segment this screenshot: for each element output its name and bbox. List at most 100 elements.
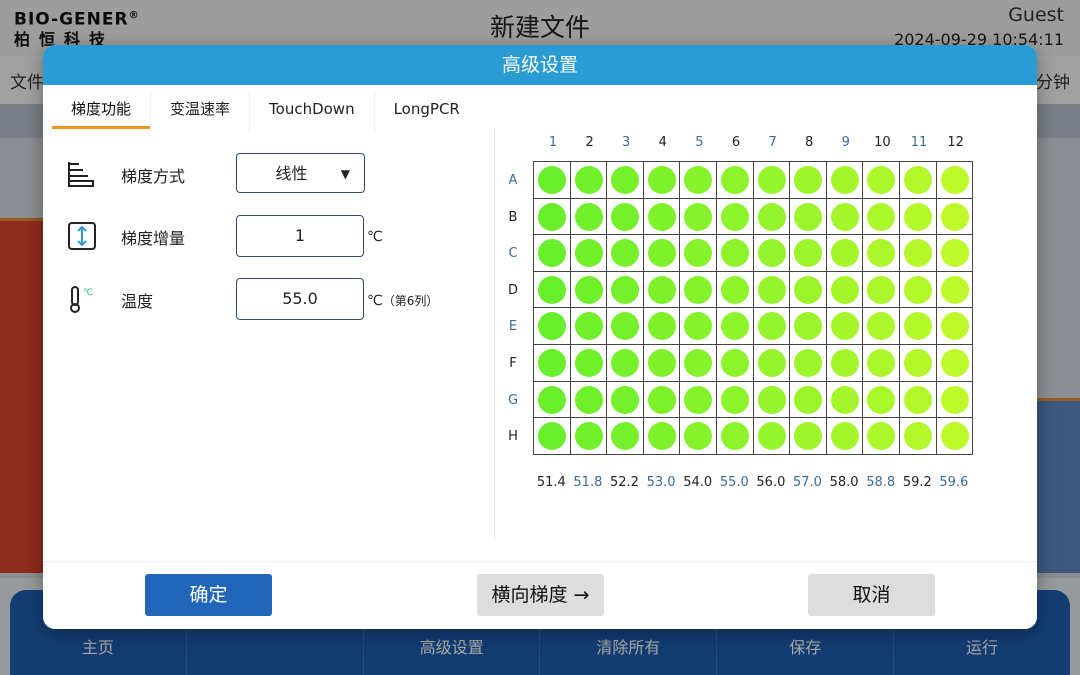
tab-ramp-rate[interactable]: 变温速率 xyxy=(151,91,251,133)
well-G6[interactable] xyxy=(716,381,754,419)
well-C8[interactable] xyxy=(790,235,827,272)
well-F12[interactable] xyxy=(936,344,974,382)
well-B1[interactable] xyxy=(534,198,571,236)
well-G8[interactable] xyxy=(790,381,827,419)
well-E1[interactable] xyxy=(534,308,571,345)
well-F1[interactable] xyxy=(534,344,571,382)
well-C9[interactable] xyxy=(826,235,864,272)
well-H4[interactable] xyxy=(643,418,681,455)
well-C6[interactable] xyxy=(716,235,754,272)
well-H7[interactable] xyxy=(753,418,791,455)
well-G4[interactable] xyxy=(643,381,681,419)
well-F3[interactable] xyxy=(607,344,644,382)
well-E12[interactable] xyxy=(936,308,974,345)
well-F2[interactable] xyxy=(570,344,608,382)
well-F6[interactable] xyxy=(716,344,754,382)
well-D4[interactable] xyxy=(643,271,681,309)
well-A11[interactable] xyxy=(899,162,937,199)
well-D3[interactable] xyxy=(607,271,644,309)
well-E4[interactable] xyxy=(643,308,681,345)
well-A8[interactable] xyxy=(790,162,827,199)
well-H8[interactable] xyxy=(790,418,827,455)
horizontal-gradient-button[interactable]: 横向梯度 → xyxy=(477,574,604,616)
well-C10[interactable] xyxy=(863,235,900,272)
well-E7[interactable] xyxy=(753,308,791,345)
well-G7[interactable] xyxy=(753,381,791,419)
well-G1[interactable] xyxy=(534,381,571,419)
well-G12[interactable] xyxy=(936,381,974,419)
well-H11[interactable] xyxy=(899,418,937,455)
well-F5[interactable] xyxy=(680,344,717,382)
well-E8[interactable] xyxy=(790,308,827,345)
well-B12[interactable] xyxy=(936,198,974,236)
well-D7[interactable] xyxy=(753,271,791,309)
well-E3[interactable] xyxy=(607,308,644,345)
well-F7[interactable] xyxy=(753,344,791,382)
temperature-input[interactable]: 55.0 xyxy=(236,278,364,320)
well-E5[interactable] xyxy=(680,308,717,345)
confirm-button[interactable]: 确定 xyxy=(145,574,272,616)
well-D5[interactable] xyxy=(680,271,717,309)
well-D6[interactable] xyxy=(716,271,754,309)
well-A10[interactable] xyxy=(863,162,900,199)
well-E6[interactable] xyxy=(716,308,754,345)
well-A2[interactable] xyxy=(570,162,608,199)
well-E9[interactable] xyxy=(826,308,864,345)
well-A5[interactable] xyxy=(680,162,717,199)
tab-longpcr[interactable]: LongPCR xyxy=(375,91,479,133)
well-A1[interactable] xyxy=(534,162,571,199)
well-H6[interactable] xyxy=(716,418,754,455)
well-E2[interactable] xyxy=(570,308,608,345)
well-D9[interactable] xyxy=(826,271,864,309)
well-B11[interactable] xyxy=(899,198,937,236)
well-B8[interactable] xyxy=(790,198,827,236)
gradient-increment-input[interactable]: 1 xyxy=(236,215,364,257)
well-D11[interactable] xyxy=(899,271,937,309)
well-D8[interactable] xyxy=(790,271,827,309)
well-B5[interactable] xyxy=(680,198,717,236)
well-D1[interactable] xyxy=(534,271,571,309)
well-B9[interactable] xyxy=(826,198,864,236)
well-H1[interactable] xyxy=(534,418,571,455)
well-B4[interactable] xyxy=(643,198,681,236)
well-E11[interactable] xyxy=(899,308,937,345)
well-A4[interactable] xyxy=(643,162,681,199)
well-A3[interactable] xyxy=(607,162,644,199)
well-C3[interactable] xyxy=(607,235,644,272)
well-G9[interactable] xyxy=(826,381,864,419)
well-B2[interactable] xyxy=(570,198,608,236)
well-A7[interactable] xyxy=(753,162,791,199)
well-B7[interactable] xyxy=(753,198,791,236)
well-B3[interactable] xyxy=(607,198,644,236)
well-G10[interactable] xyxy=(863,381,900,419)
well-C1[interactable] xyxy=(534,235,571,272)
well-C12[interactable] xyxy=(936,235,974,272)
well-D2[interactable] xyxy=(570,271,608,309)
well-H5[interactable] xyxy=(680,418,717,455)
well-A9[interactable] xyxy=(826,162,864,199)
cancel-button[interactable]: 取消 xyxy=(808,574,935,616)
gradient-mode-select[interactable]: 线性 ▼ xyxy=(236,153,365,193)
well-B6[interactable] xyxy=(716,198,754,236)
well-G2[interactable] xyxy=(570,381,608,419)
well-D10[interactable] xyxy=(863,271,900,309)
well-F10[interactable] xyxy=(863,344,900,382)
well-G11[interactable] xyxy=(899,381,937,419)
well-D12[interactable] xyxy=(936,271,974,309)
well-F11[interactable] xyxy=(899,344,937,382)
well-C2[interactable] xyxy=(570,235,608,272)
well-C4[interactable] xyxy=(643,235,681,272)
well-H10[interactable] xyxy=(863,418,900,455)
well-H2[interactable] xyxy=(570,418,608,455)
well-F4[interactable] xyxy=(643,344,681,382)
well-H12[interactable] xyxy=(936,418,974,455)
well-H3[interactable] xyxy=(607,418,644,455)
well-A12[interactable] xyxy=(936,162,974,199)
tab-touchdown[interactable]: TouchDown xyxy=(250,91,375,133)
well-C11[interactable] xyxy=(899,235,937,272)
well-H9[interactable] xyxy=(826,418,864,455)
well-A6[interactable] xyxy=(716,162,754,199)
well-B10[interactable] xyxy=(863,198,900,236)
well-E10[interactable] xyxy=(863,308,900,345)
well-F9[interactable] xyxy=(826,344,864,382)
